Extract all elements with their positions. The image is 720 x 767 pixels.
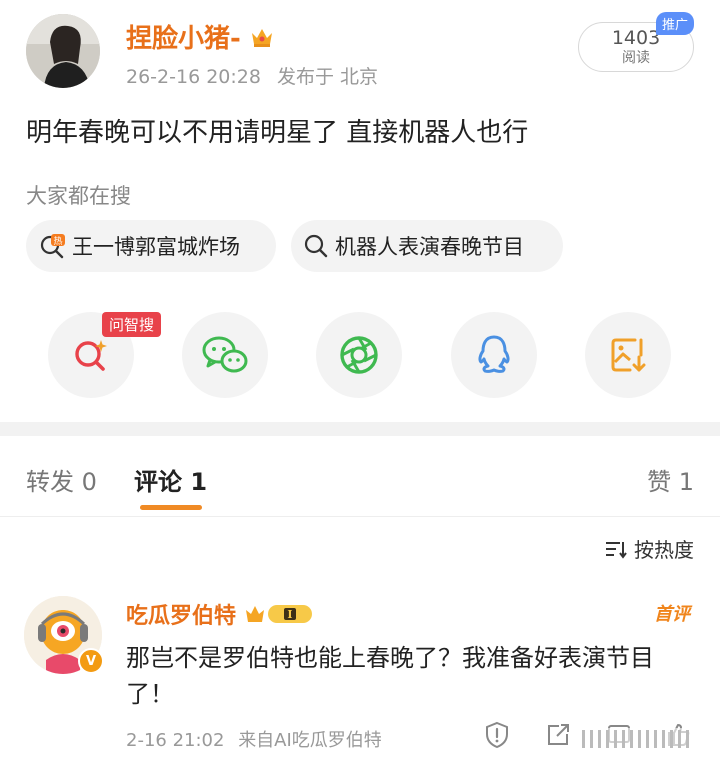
wechat-icon — [202, 336, 248, 373]
tab-separator — [0, 516, 720, 517]
comment-meta: 2-16 21:02 来自AI吃瓜罗伯特 — [126, 726, 390, 752]
ai-search-badge: 问智搜 — [102, 312, 162, 337]
author-avatar[interactable] — [26, 14, 100, 88]
save-image-icon — [611, 338, 646, 372]
ai-search-icon — [75, 340, 107, 371]
crown-icon — [249, 24, 275, 50]
hot-search-icon: 热 — [40, 234, 65, 259]
active-tab-indicator — [140, 505, 202, 510]
fan-level-text: I — [287, 608, 292, 621]
comment-text: 那岂不是罗伯特也能上春晚了？我准备好表演节目了！ — [126, 644, 654, 708]
post-date: 26-2-16 20:28 — [126, 66, 261, 88]
reads-label: 阅读 — [622, 50, 650, 66]
author-name[interactable]: 捏脸小猪- — [126, 18, 275, 55]
save-image-button[interactable] — [585, 312, 671, 398]
chip-label: 王一博郭富城炸场 — [72, 235, 240, 259]
share-qq-button[interactable] — [451, 312, 537, 398]
author-name-text[interactable]: 捏脸小猪- — [126, 18, 241, 55]
share-comment-button[interactable] — [543, 720, 573, 750]
share-wechat-button[interactable] — [182, 312, 268, 398]
post-location: 发布于 北京 — [277, 66, 379, 88]
fan-level-badge: I — [244, 602, 316, 626]
post-text: 明年春晚可以不用请明星了 直接机器人也行 — [26, 118, 529, 148]
first-comment-tag: 首评 — [654, 604, 690, 625]
tab-like[interactable]: 赞 1 — [647, 462, 694, 497]
sort-by-hot-button[interactable]: 按热度 — [604, 534, 694, 563]
commenter-name[interactable]: 吃瓜罗伯特 I — [126, 598, 316, 630]
section-divider — [0, 422, 720, 436]
moments-icon — [340, 336, 378, 374]
comment-source[interactable]: 来自AI吃瓜罗伯特 — [238, 730, 382, 751]
trending-search-chip[interactable]: 热 王一博郭富城炸场 — [26, 220, 276, 272]
commenter-name-text[interactable]: 吃瓜罗伯特 — [126, 598, 236, 630]
trending-search-heading: 大家都在搜 — [26, 184, 131, 208]
verified-badge: V — [78, 648, 104, 674]
promo-badge[interactable]: 推广 — [656, 12, 695, 35]
trending-search-chip[interactable]: 机器人表演春晚节目 — [291, 220, 563, 272]
share-icon — [548, 724, 569, 745]
qq-icon — [478, 335, 510, 373]
sort-label: 按热度 — [634, 538, 694, 562]
shield-icon — [486, 721, 508, 749]
share-moments-button[interactable] — [316, 312, 402, 398]
watermark-stripes — [578, 728, 698, 750]
post-meta: 26-2-16 20:28 发布于 北京 — [126, 62, 388, 89]
sort-icon — [606, 541, 627, 559]
svg-text:热: 热 — [53, 235, 62, 247]
search-icon — [304, 234, 328, 258]
report-button[interactable] — [482, 720, 512, 750]
tab-repost[interactable]: 转发 0 — [26, 462, 97, 497]
chip-label: 机器人表演春晚节目 — [335, 235, 524, 259]
tab-comment[interactable]: 评论 1 — [134, 462, 207, 497]
comment-time: 2-16 21:02 — [126, 730, 225, 751]
